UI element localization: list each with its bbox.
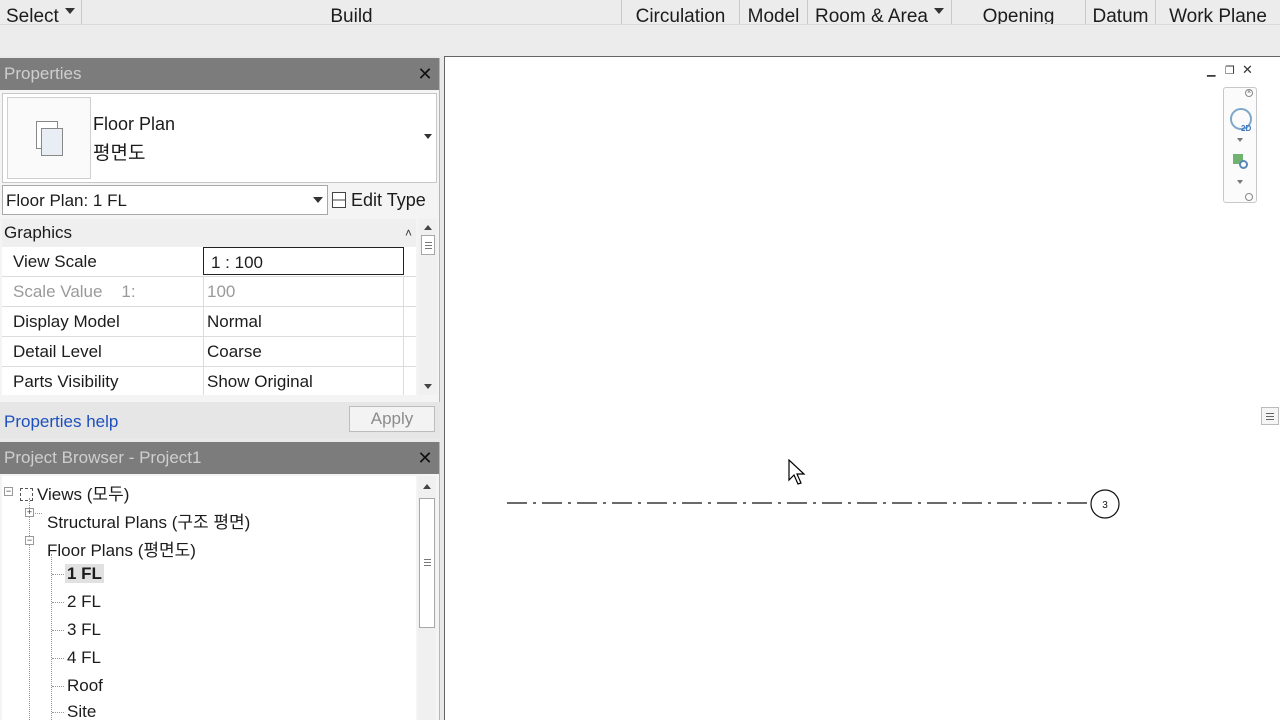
tree-node-label: 3 FL (67, 620, 102, 639)
chevron-down-icon (313, 197, 323, 203)
properties-grid-body: Graphics ˄ View Scale 1 : 100 Scale Valu… (2, 219, 416, 395)
grid-bubble-label: 3 (1102, 500, 1108, 511)
properties-palette: Properties ✕ Floor Plan 평면도 Floor Plan: … (0, 58, 440, 438)
circulation-panel-label: Circulation (635, 6, 726, 26)
type-name-korean: 평면도 (93, 143, 146, 164)
drawing-svg: 3 (507, 489, 1120, 519)
project-browser: Project Browser - Project1 ✕ − Views (모두… (0, 442, 440, 720)
type-name-english: Floor Plan (93, 114, 176, 134)
room-area-panel[interactable]: Room & Area (808, 0, 952, 26)
project-browser-title: Project Browser - Project1 (4, 448, 202, 467)
apply-button[interactable]: Apply (349, 406, 435, 432)
project-browser-titlebar: Project Browser - Project1 ✕ (0, 442, 439, 474)
drawing-area[interactable]: ▁ ❐ ✕ × 2D 3 (444, 56, 1280, 720)
chevron-down-icon (934, 8, 944, 14)
tree-node-label: Views (모두) (37, 485, 130, 504)
property-name: Display Model (13, 312, 120, 331)
properties-scrollbar[interactable] (419, 219, 437, 395)
model-panel-label: Model (747, 6, 800, 26)
view-resize-grip[interactable] (1261, 407, 1279, 425)
tree-node-level-site[interactable]: Site (67, 702, 96, 720)
datum-panel-label: Datum (1092, 6, 1149, 26)
floor-plan-icon (7, 97, 91, 179)
datum-panel[interactable]: Datum (1086, 0, 1156, 26)
close-icon[interactable]: ✕ (417, 442, 433, 474)
chevron-down-icon[interactable] (424, 134, 432, 139)
group-header-label: Graphics (4, 223, 73, 242)
model-panel[interactable]: Model (740, 0, 808, 26)
browser-tree: − Views (모두) + Structural Plans (구조 평면) … (2, 476, 416, 720)
property-row[interactable]: Parts Visibility Show Original (2, 367, 416, 395)
property-value: 100 (203, 277, 404, 306)
property-row: Scale Value 1: 100 (2, 277, 416, 307)
opening-panel[interactable]: Opening (952, 0, 1086, 26)
collapse-floor-plans-toggle[interactable]: − (25, 536, 34, 545)
close-icon[interactable]: ✕ (417, 58, 433, 90)
tree-node-label: Structural Plans (구조 평면) (47, 513, 251, 532)
property-value[interactable]: Normal (203, 307, 404, 336)
instance-row: Floor Plan: 1 FL Edit Type (0, 185, 439, 217)
tree-node-structural-plans[interactable]: Structural Plans (구조 평면) (47, 508, 250, 533)
tree-node-label: Roof (67, 676, 103, 695)
property-row[interactable]: View Scale 1 : 100 (2, 247, 416, 277)
scroll-up-icon[interactable] (423, 484, 431, 489)
property-row[interactable]: Display Model Normal (2, 307, 416, 337)
properties-titlebar: Properties ✕ (0, 58, 439, 90)
type-selector[interactable]: Floor Plan 평면도 (2, 93, 437, 183)
browser-scrollbar[interactable] (418, 476, 436, 720)
tree-node-label: Site (67, 702, 97, 720)
build-panel-label: Build (330, 6, 373, 26)
properties-title: Properties (4, 64, 82, 83)
ribbon-panel-row: Select Build Circulation Model Room & Ar… (0, 0, 1280, 26)
properties-help-link[interactable]: Properties help (4, 412, 118, 432)
tree-node-floor-plans[interactable]: Floor Plans (평면도) (47, 536, 196, 561)
select-label: Select (6, 6, 59, 26)
property-name: View Scale (13, 252, 97, 271)
tree-node-level-4fl[interactable]: 4 FL (67, 648, 101, 668)
properties-grid: Graphics ˄ View Scale 1 : 100 Scale Valu… (0, 219, 439, 395)
mouse-cursor-icon (788, 459, 806, 485)
tree-node-label: 4 FL (67, 648, 102, 667)
property-value[interactable]: Show Original (203, 367, 404, 395)
collapse-views-toggle[interactable]: − (4, 487, 13, 496)
views-icon (20, 488, 33, 501)
tree-node-label: Floor Plans (평면도) (47, 541, 196, 560)
property-value[interactable]: Coarse (203, 337, 404, 366)
instance-filter-dropdown[interactable]: Floor Plan: 1 FL (2, 185, 328, 215)
tree-node-level-3fl[interactable]: 3 FL (67, 620, 101, 640)
opening-panel-label: Opening (982, 6, 1055, 26)
work-plane-panel-label: Work Plane (1169, 6, 1267, 26)
property-name: Parts Visibility (13, 372, 119, 391)
build-panel[interactable]: Build (82, 0, 622, 26)
tree-node-level-1fl[interactable]: 1 FL (65, 564, 104, 584)
tree-node-label: 2 FL (67, 592, 102, 611)
properties-footer: Properties help Apply (0, 402, 440, 438)
scroll-down-icon[interactable] (424, 384, 432, 389)
tree-node-views[interactable]: Views (모두) (20, 480, 129, 505)
scroll-up-icon[interactable] (424, 225, 432, 230)
select-dropdown[interactable]: Select (0, 0, 82, 26)
group-header-graphics[interactable]: Graphics ˄ (2, 219, 416, 247)
tree-node-level-roof[interactable]: Roof (67, 676, 103, 696)
edit-type-button[interactable]: Edit Type (332, 185, 436, 215)
property-name: Detail Level (13, 342, 102, 361)
property-value-input[interactable]: 1 : 100 (203, 247, 404, 275)
tree-node-label: 1 FL (65, 564, 104, 583)
tree-node-level-2fl[interactable]: 2 FL (67, 592, 101, 612)
ribbon-toolbar-strip (0, 24, 1280, 56)
collapse-icon[interactable]: ˄ (405, 219, 412, 247)
property-row[interactable]: Detail Level Coarse (2, 337, 416, 367)
room-area-panel-label: Room & Area (815, 6, 928, 26)
instance-filter-value: Floor Plan: 1 FL (6, 191, 127, 210)
work-plane-panel[interactable]: Work Plane (1156, 0, 1280, 26)
chevron-down-icon (64, 8, 75, 14)
expand-structural-plans-toggle[interactable]: + (25, 508, 34, 517)
property-name: Scale Value 1: (13, 282, 136, 301)
edit-type-label: Edit Type (351, 190, 426, 210)
scroll-thumb[interactable] (419, 498, 435, 628)
circulation-panel[interactable]: Circulation (622, 0, 740, 26)
edit-type-icon (332, 192, 346, 208)
scroll-thumb[interactable] (421, 235, 435, 255)
ribbon: Select Build Circulation Model Room & Ar… (0, 0, 1280, 56)
